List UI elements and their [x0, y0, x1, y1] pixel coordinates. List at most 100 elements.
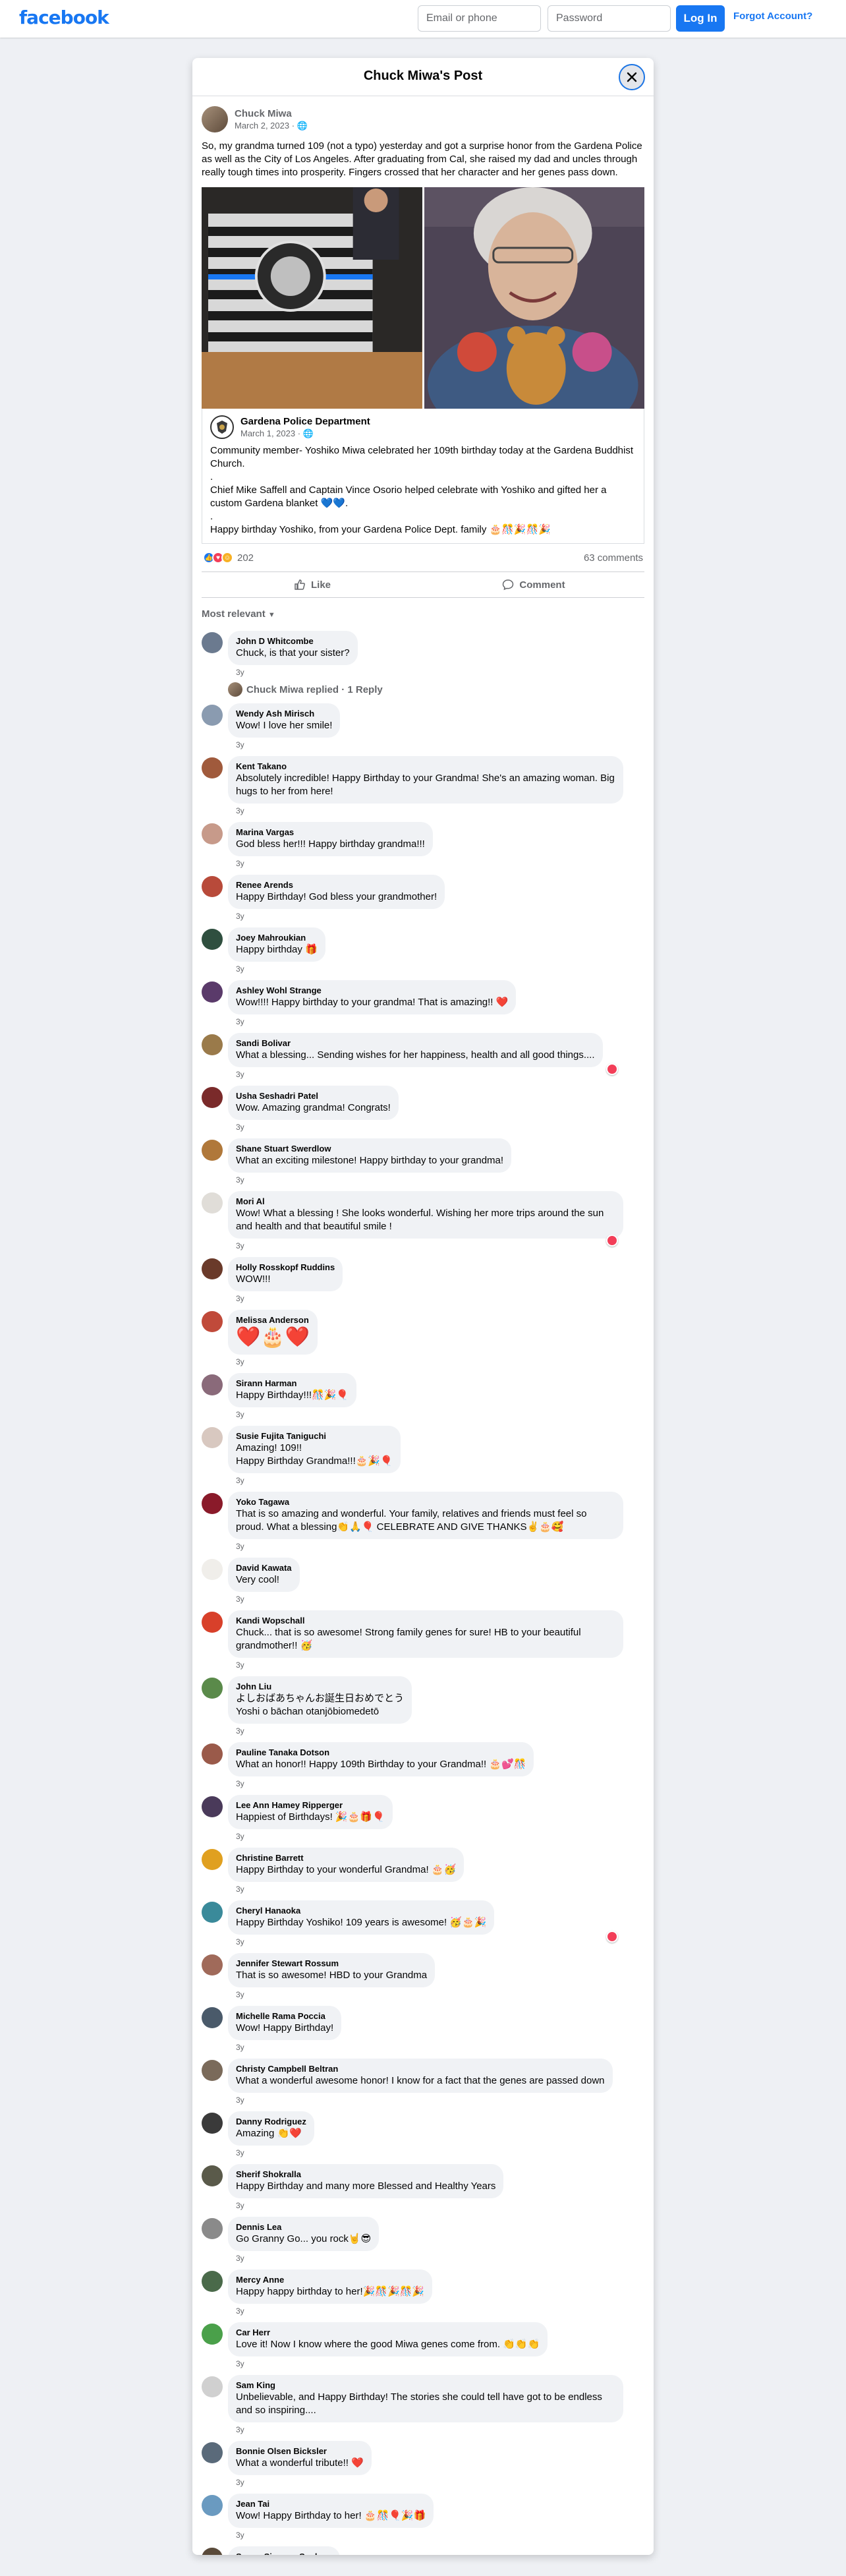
comment-timestamp[interactable]: 3y — [236, 2148, 314, 2159]
comment-author[interactable]: Cheryl Hanaoka — [236, 1906, 486, 1916]
avatar[interactable] — [202, 1743, 223, 1765]
comment-timestamp[interactable]: 3y — [236, 1357, 318, 1368]
avatar[interactable] — [202, 1258, 223, 1279]
password-field[interactable] — [548, 5, 671, 32]
comment-author[interactable]: Lee Ann Hamey Ripperger — [236, 1800, 385, 1811]
comment-timestamp[interactable]: 3y — [236, 1660, 623, 1671]
avatar[interactable] — [202, 1612, 223, 1633]
comment-author[interactable]: Marina Vargas — [236, 827, 425, 838]
avatar[interactable] — [202, 2376, 223, 2397]
comment-author[interactable]: Bonnie Olsen Bicksler — [236, 2446, 364, 2457]
comment-timestamp[interactable]: 3y — [236, 912, 445, 922]
comment-author[interactable]: Joey Mahroukian — [236, 933, 318, 943]
facebook-logo[interactable]: facebook — [19, 7, 109, 28]
forgot-account-link[interactable]: Forgot Account? — [733, 11, 812, 22]
avatar[interactable] — [202, 632, 223, 653]
comment-timestamp[interactable]: 3y — [236, 2306, 432, 2317]
comment-timestamp[interactable]: 3y — [236, 964, 325, 975]
comment-timestamp[interactable]: 3y — [236, 1779, 534, 1790]
comment-timestamp[interactable]: 3y — [236, 1990, 435, 2001]
comment-timestamp[interactable]: 3y — [236, 2425, 623, 2436]
love-reaction-icon[interactable] — [606, 1931, 618, 1943]
comment-author[interactable]: Sandi Bolivar — [236, 1038, 595, 1049]
avatar[interactable] — [202, 2548, 223, 2555]
avatar[interactable] — [202, 2218, 223, 2239]
shared-author-name[interactable]: Gardena Police Department — [240, 416, 370, 427]
comment-timestamp[interactable]: 3y — [236, 2478, 372, 2488]
comment-timestamp[interactable]: 3y — [236, 1123, 399, 1133]
comment-timestamp[interactable]: 3y — [236, 1476, 401, 1486]
comment-timestamp[interactable]: 3y — [236, 2095, 613, 2106]
like-button[interactable]: Like — [202, 572, 423, 597]
comment-timestamp[interactable]: 3y — [236, 1070, 603, 1080]
comment-timestamp[interactable]: 3y — [236, 2043, 341, 2053]
avatar[interactable] — [202, 1087, 223, 1108]
police-badge-avatar[interactable] — [210, 415, 234, 439]
avatar[interactable] — [202, 1796, 223, 1817]
avatar[interactable] — [202, 757, 223, 778]
comment-author[interactable]: Pauline Tanaka Dotson — [236, 1747, 526, 1758]
comment-author[interactable]: Wendy Ash Mirisch — [236, 709, 332, 719]
post-author-name[interactable]: Chuck Miwa — [235, 108, 308, 119]
avatar[interactable] — [202, 1678, 223, 1699]
post-date-text[interactable]: March 2, 2023 · — [235, 121, 297, 131]
close-button[interactable] — [619, 64, 645, 90]
comment-author[interactable]: Renee Arends — [236, 880, 437, 891]
avatar[interactable] — [202, 1192, 223, 1214]
avatar[interactable] — [202, 106, 228, 132]
avatar[interactable] — [202, 1427, 223, 1448]
avatar[interactable] — [202, 1034, 223, 1055]
comment-author[interactable]: Holly Rosskopf Ruddins — [236, 1262, 335, 1273]
avatar[interactable] — [202, 876, 223, 897]
comment-author[interactable]: Ashley Wohl Strange — [236, 985, 508, 996]
comment-button[interactable]: Comment — [423, 572, 644, 597]
love-reaction-icon[interactable] — [606, 1235, 618, 1246]
comment-author[interactable]: Jean Tai — [236, 2499, 426, 2509]
avatar[interactable] — [202, 2007, 223, 2028]
avatar[interactable] — [202, 2165, 223, 2186]
reactions-summary[interactable]: 👍 ♥ ☺ 202 — [203, 552, 254, 564]
comment-author[interactable]: Mercy Anne — [236, 2275, 424, 2285]
comment-timestamp[interactable]: 3y — [236, 1595, 300, 1605]
comment-author[interactable]: Sirann Harman — [236, 1378, 349, 1389]
photo-blanket-presentation[interactable] — [202, 187, 422, 409]
comment-timestamp[interactable]: 3y — [236, 1017, 516, 1028]
comment-timestamp[interactable]: 3y — [236, 859, 433, 869]
shared-date-text[interactable]: March 1, 2023 · — [240, 428, 303, 438]
comment-author[interactable]: Dennis Lea — [236, 2222, 371, 2233]
comment-author[interactable]: Michelle Rama Poccia — [236, 2011, 333, 2022]
avatar[interactable] — [202, 1140, 223, 1161]
comment-count[interactable]: 63 comments — [584, 552, 643, 564]
comment-author[interactable]: David Kawata — [236, 1563, 292, 1573]
email-field[interactable] — [418, 5, 541, 32]
avatar[interactable] — [202, 1374, 223, 1395]
comment-timestamp[interactable]: 3y — [236, 2254, 379, 2264]
avatar[interactable] — [202, 823, 223, 844]
comment-timestamp[interactable]: 3y — [236, 668, 358, 678]
comment-author[interactable]: Susan Siasoco Saul — [236, 2552, 332, 2555]
comment-author[interactable]: Susie Fujita Taniguchi — [236, 1431, 393, 1442]
login-button[interactable]: Log In — [676, 5, 725, 32]
avatar[interactable] — [202, 1493, 223, 1514]
avatar[interactable] — [202, 705, 223, 726]
comment-author[interactable]: Shane Stuart Swerdlow — [236, 1144, 503, 1154]
comment-timestamp[interactable]: 3y — [236, 1294, 343, 1304]
comment-author[interactable]: Kandi Wopschall — [236, 1616, 615, 1626]
comment-author[interactable]: John D Whitcombe — [236, 636, 350, 647]
comment-timestamp[interactable]: 3y — [236, 1885, 464, 1895]
comment-author[interactable]: Usha Seshadri Patel — [236, 1091, 391, 1101]
comment-timestamp[interactable]: 3y — [236, 1241, 623, 1252]
comment-timestamp[interactable]: 3y — [236, 1175, 511, 1186]
comment-timestamp[interactable]: 3y — [236, 1726, 412, 1737]
comment-author[interactable]: Melissa Anderson — [236, 1315, 310, 1326]
avatar[interactable] — [202, 1902, 223, 1923]
comment-author[interactable]: Danny Rodriguez — [236, 2117, 306, 2127]
avatar[interactable] — [202, 929, 223, 950]
avatar[interactable] — [202, 2113, 223, 2134]
comment-timestamp[interactable]: 3y — [236, 2359, 548, 2370]
view-replies-link[interactable]: Chuck Miwa replied · 1 Reply — [228, 682, 644, 697]
comment-timestamp[interactable]: 3y — [236, 1832, 393, 1842]
comment-author[interactable]: Kent Takano — [236, 761, 615, 772]
comment-author[interactable]: John Liu — [236, 1682, 404, 1692]
comment-timestamp[interactable]: 3y — [236, 1410, 356, 1420]
